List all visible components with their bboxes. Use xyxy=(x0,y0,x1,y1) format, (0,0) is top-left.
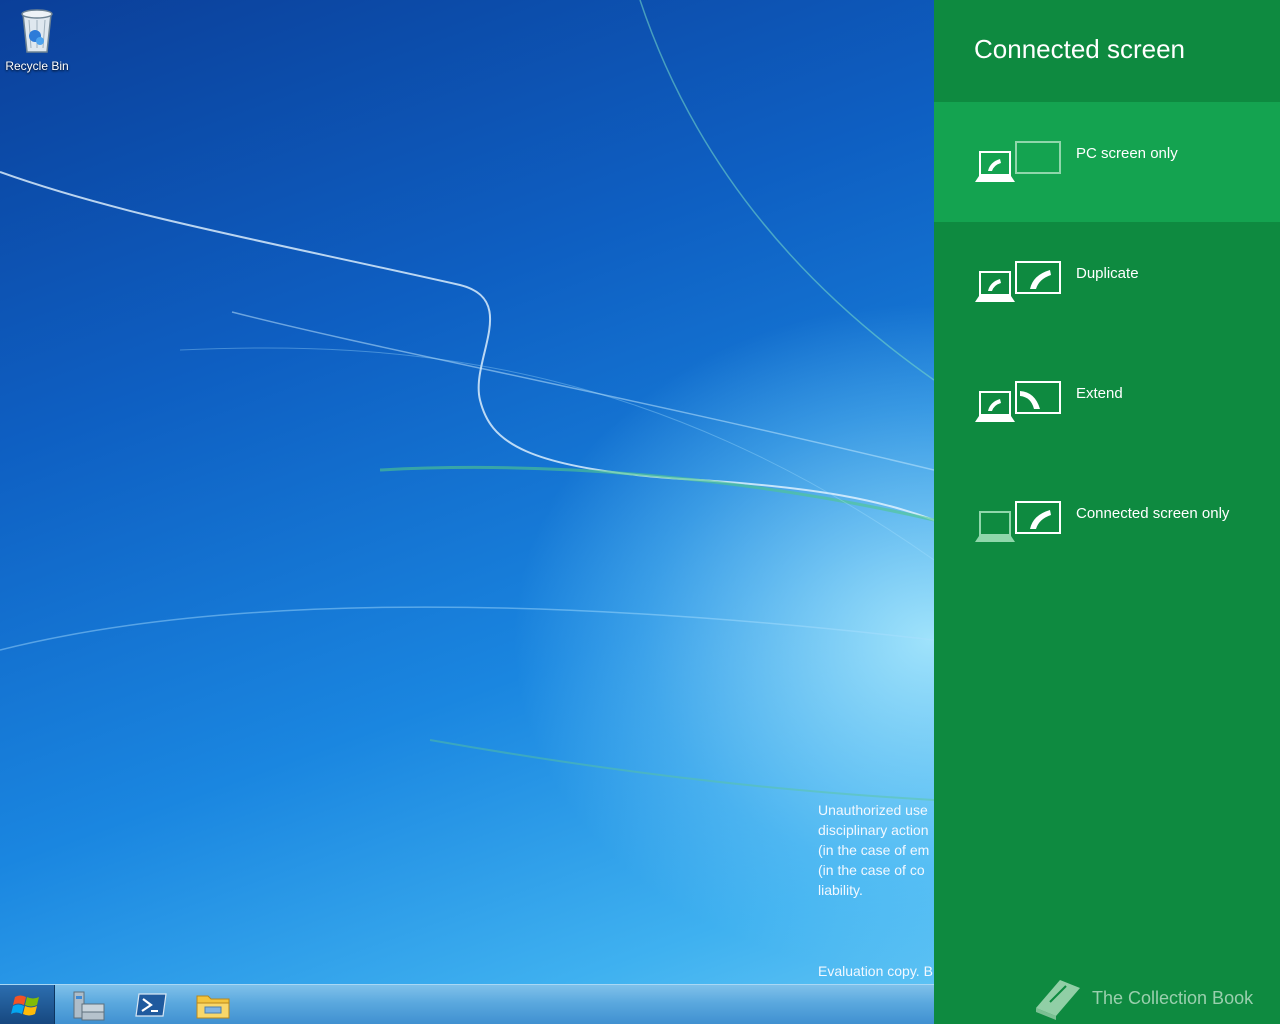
recycle-bin-shortcut[interactable]: Recycle Bin xyxy=(4,6,70,73)
start-button[interactable] xyxy=(0,985,55,1024)
legal-line: (in the case of em xyxy=(818,842,930,858)
wallpaper-swirls xyxy=(0,0,934,801)
legal-notice: Unauthorized use disciplinary action (in… xyxy=(818,800,934,900)
powershell-icon xyxy=(135,993,167,1017)
option-duplicate[interactable]: Duplicate xyxy=(934,222,1280,342)
legal-line: liability. xyxy=(818,882,863,898)
option-connected-screen-only[interactable]: Connected screen only xyxy=(934,462,1280,582)
server-manager-icon xyxy=(73,991,105,1021)
option-label: Connected screen only xyxy=(1076,505,1230,522)
option-extend[interactable]: Extend xyxy=(934,342,1280,462)
recycle-bin-label: Recycle Bin xyxy=(5,59,69,73)
watermark: The Collection Book xyxy=(1030,972,1253,1024)
watermark-text: The Collection Book xyxy=(1092,988,1254,1008)
pc-screen-only-icon xyxy=(975,141,1061,182)
evaluation-notice: Evaluation copy. B xyxy=(818,963,933,979)
taskbar xyxy=(0,984,934,1024)
book-icon xyxy=(1036,980,1080,1020)
powershell-button[interactable] xyxy=(130,988,172,1022)
legal-line: (in the case of co xyxy=(818,862,925,878)
option-label: PC screen only xyxy=(1076,145,1178,162)
connected-screen-pane: Connected screen PC screen only Duplicat… xyxy=(934,0,1280,1024)
file-explorer-icon xyxy=(196,995,230,1019)
connected-screen-only-icon xyxy=(975,501,1061,542)
option-label: Extend xyxy=(1076,385,1123,402)
duplicate-icon xyxy=(975,261,1061,302)
pane-title: Connected screen xyxy=(974,34,1186,64)
option-pc-screen-only[interactable]: PC screen only xyxy=(934,102,1280,222)
windows-logo-icon xyxy=(11,995,39,1016)
option-label: Duplicate xyxy=(1076,265,1139,282)
file-explorer-button[interactable] xyxy=(192,988,234,1022)
server-manager-button[interactable] xyxy=(68,988,110,1022)
recycle-bin-icon xyxy=(21,9,53,53)
legal-line: disciplinary action xyxy=(818,822,929,838)
legal-line: Unauthorized use xyxy=(818,802,928,818)
extend-icon xyxy=(975,381,1061,422)
